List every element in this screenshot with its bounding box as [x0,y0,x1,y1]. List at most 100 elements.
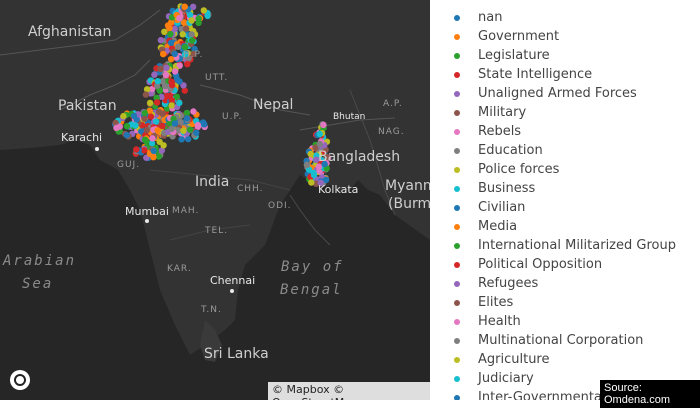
event-point[interactable] [142,91,150,98]
event-point[interactable] [171,50,178,57]
event-point[interactable] [132,122,139,129]
event-point[interactable] [141,109,148,117]
legend-item[interactable]: Refugees [446,274,700,293]
event-point[interactable] [150,154,157,161]
event-point[interactable] [187,126,194,133]
event-point[interactable] [189,37,196,44]
legend-item[interactable]: Military [446,103,700,122]
legend-item[interactable]: Elites [446,293,700,312]
country-label-pakistan: Pakistan [58,98,117,114]
event-point[interactable] [151,71,158,78]
event-point[interactable] [168,125,175,133]
mapbox-logo-icon[interactable] [10,370,30,390]
event-point[interactable] [123,132,130,139]
event-point[interactable] [183,115,191,122]
event-point[interactable] [154,127,161,134]
legend-item[interactable]: Legislature [446,46,700,65]
legend-item[interactable]: Rebels [446,122,700,141]
legend-item[interactable]: Political Opposition [446,255,700,274]
event-point[interactable] [320,121,327,129]
event-point[interactable] [156,138,163,145]
legend-item[interactable]: Agriculture [446,350,700,369]
event-point[interactable] [168,102,175,109]
legend-item[interactable]: Government [446,27,700,46]
event-point[interactable] [150,147,157,155]
legend-item[interactable]: State Intelligence [446,65,700,84]
event-point[interactable] [157,37,165,44]
event-point[interactable] [157,65,164,73]
legend-item[interactable]: Health [446,312,700,331]
event-point[interactable] [171,120,179,127]
event-point[interactable] [183,109,191,117]
event-point[interactable] [153,99,161,106]
map-attribution[interactable]: © Mapbox © OpenStreetMap [268,382,430,400]
event-point[interactable] [195,19,202,26]
event-point[interactable] [149,135,156,142]
event-point[interactable] [176,78,183,85]
legend-item[interactable]: Education [446,141,700,160]
event-point[interactable] [176,15,183,22]
event-point[interactable] [120,112,127,120]
event-point[interactable] [184,60,191,68]
event-point[interactable] [141,147,148,154]
event-point[interactable] [188,17,195,24]
event-point[interactable] [123,123,131,130]
event-point[interactable] [152,118,160,125]
legend-item[interactable]: Media [446,217,700,236]
event-point[interactable] [171,68,179,75]
event-point[interactable] [143,138,150,145]
legend-item[interactable]: Police forces [446,160,700,179]
legend-item[interactable]: International Militarized Group [446,236,700,255]
event-point[interactable] [178,136,185,143]
event-point[interactable] [146,99,154,107]
event-point[interactable] [167,30,174,38]
event-point[interactable] [147,113,155,120]
legend-item[interactable]: nan [446,8,700,27]
event-point[interactable] [162,72,170,79]
event-point[interactable] [163,64,170,72]
event-point[interactable] [200,7,207,14]
event-point[interactable] [186,11,194,19]
legend-item[interactable]: Unaligned Armed Forces [446,84,700,103]
event-point[interactable] [190,108,197,115]
legend-item[interactable]: Business [446,179,700,198]
event-point[interactable] [201,121,208,128]
event-point[interactable] [177,118,184,126]
event-point[interactable] [143,86,151,93]
event-point[interactable] [194,121,202,129]
country-label-sri-lanka: Sri Lanka [204,346,269,362]
event-point[interactable] [141,115,148,123]
event-point[interactable] [310,171,318,179]
event-point[interactable] [116,123,124,130]
event-point[interactable] [181,87,188,94]
event-point[interactable] [160,50,167,58]
event-point[interactable] [193,129,200,136]
event-point[interactable] [188,31,195,38]
event-point[interactable] [130,112,138,120]
event-point[interactable] [182,25,190,32]
event-point[interactable] [167,39,175,46]
event-point[interactable] [169,81,176,89]
event-point[interactable] [159,122,166,130]
map-panel[interactable]: Afghanistan Pakistan Nepal India Banglad… [0,0,430,400]
event-point[interactable] [154,78,161,85]
legend-item[interactable]: Civilian [446,198,700,217]
event-point[interactable] [155,108,163,116]
event-point[interactable] [180,127,187,134]
event-point[interactable] [316,130,323,138]
event-point[interactable] [175,43,182,50]
event-point[interactable] [316,140,323,148]
event-point[interactable] [181,3,188,10]
event-point[interactable] [161,28,168,35]
event-point[interactable] [179,31,186,38]
event-point[interactable] [307,150,314,158]
event-point[interactable] [303,161,311,168]
legend-item[interactable]: Multinational Corporation [446,331,700,350]
event-point[interactable] [185,135,192,143]
legend-marker-icon [454,166,460,173]
event-point[interactable] [176,99,183,107]
event-point[interactable] [143,126,151,134]
event-point[interactable] [133,146,140,153]
event-point[interactable] [155,153,162,160]
event-point[interactable] [308,179,315,186]
